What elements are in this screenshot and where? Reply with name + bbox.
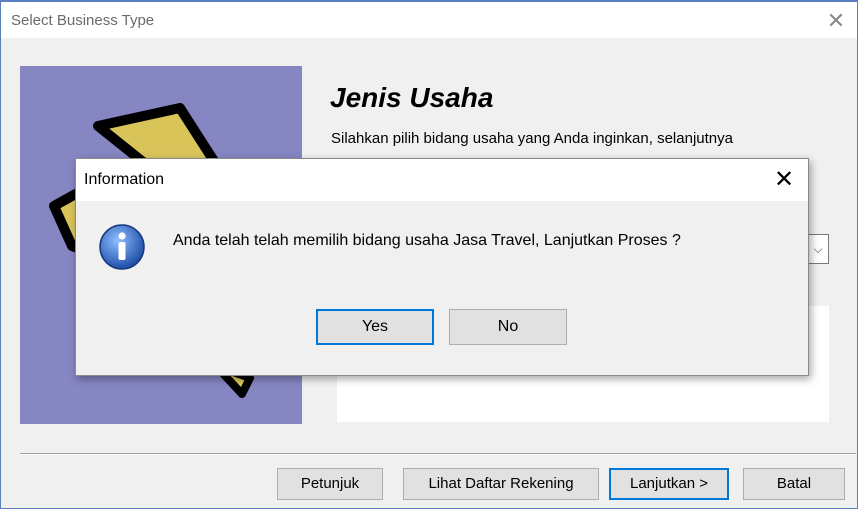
business-type-dropdown-arrow[interactable]: ⌵ (807, 234, 829, 264)
dialog-titlebar[interactable]: Information ✕ (76, 159, 808, 201)
batal-button[interactable]: Batal (743, 468, 845, 500)
dialog-message: Anda telah telah memilih bidang usaha Ja… (173, 232, 681, 249)
chevron-down-icon: ⌵ (813, 242, 823, 256)
dialog-close-button[interactable]: ✕ (768, 165, 800, 195)
petunjuk-button[interactable]: Petunjuk (277, 468, 383, 500)
yes-button[interactable]: Yes (316, 309, 434, 345)
info-icon (99, 224, 145, 270)
page-description: Silahkan pilih bidang usaha yang Anda in… (331, 130, 733, 147)
window-close-button[interactable]: ✕ (819, 8, 853, 34)
window-titlebar[interactable]: Select Business Type ✕ (1, 2, 857, 38)
footer-separator (20, 453, 856, 455)
window-title: Select Business Type (11, 12, 155, 29)
information-dialog: Information ✕ Anda telah telah memilih b… (75, 158, 809, 376)
page-heading: Jenis Usaha (330, 82, 494, 113)
dialog-title: Information (84, 171, 165, 188)
no-button[interactable]: No (449, 309, 567, 345)
lanjutkan-button[interactable]: Lanjutkan > (609, 468, 729, 500)
lihat-daftar-rekening-button[interactable]: Lihat Daftar Rekening (403, 468, 599, 500)
